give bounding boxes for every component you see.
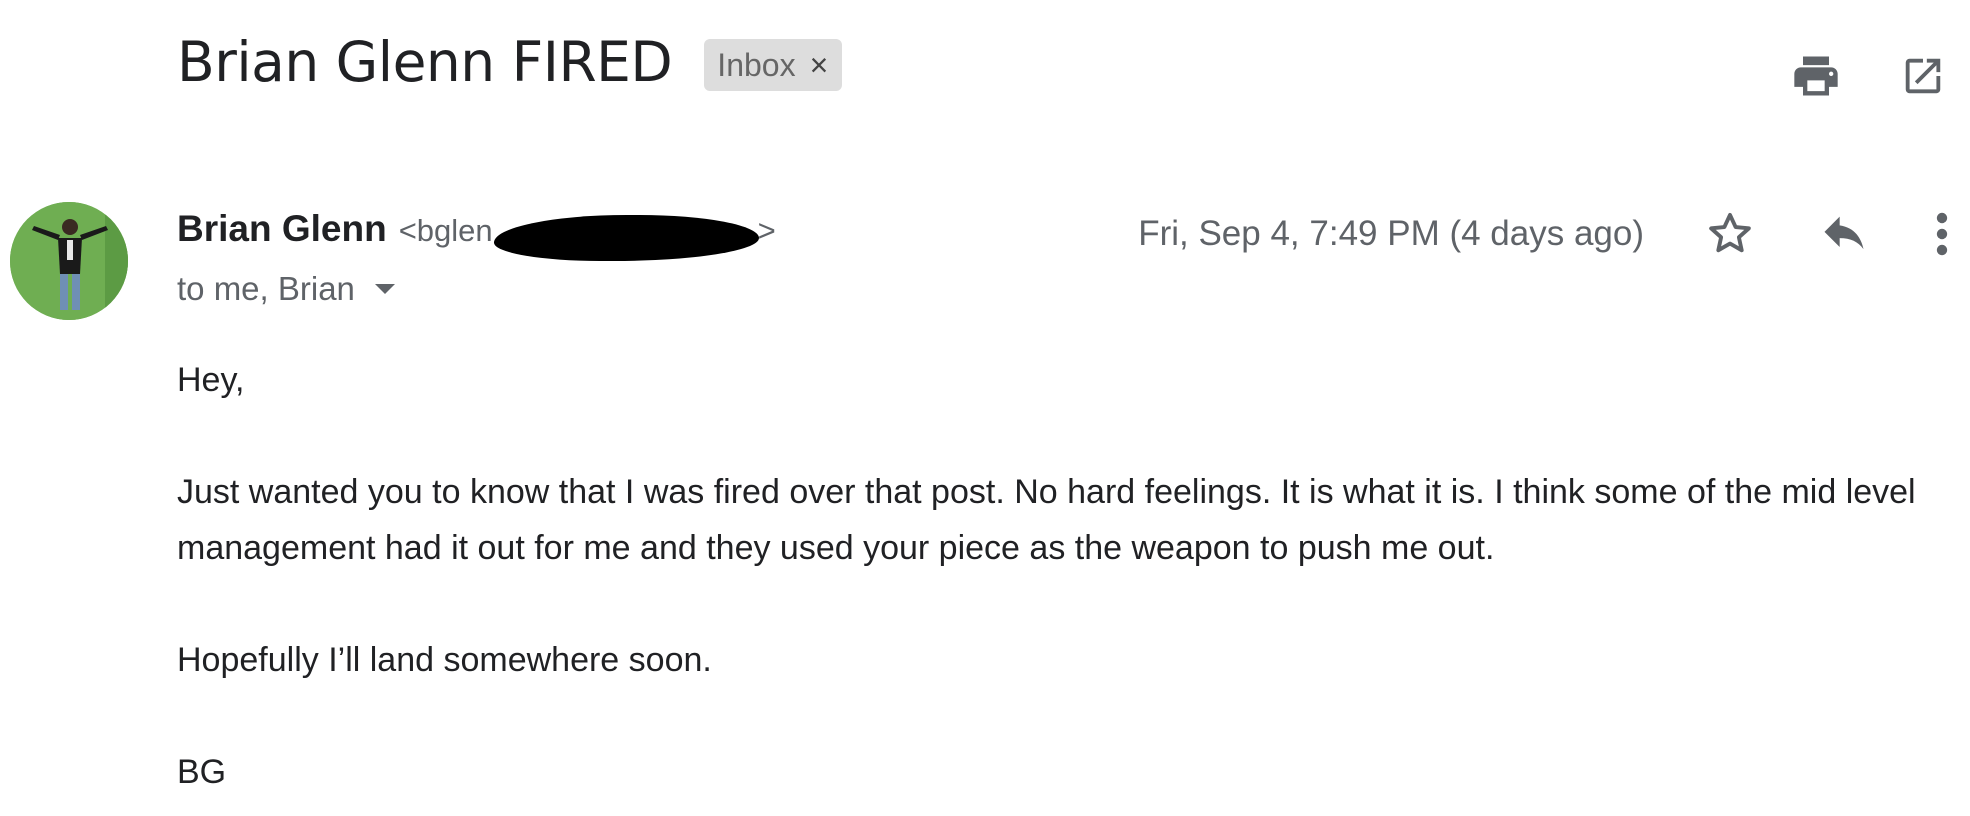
star-icon[interactable] (1704, 208, 1756, 260)
email-view: Brian Glenn FIRED Inbox × Brian Glenn <b… (0, 0, 1970, 816)
email-body: Hey, Just wanted you to know that I was … (177, 352, 1937, 816)
body-paragraph: Hopefully I’ll land somewhere soon. (177, 641, 712, 679)
recipients-text: to me, Brian (177, 270, 355, 307)
sender-avatar[interactable] (10, 202, 128, 320)
redaction-mark (493, 215, 759, 261)
more-vert-icon[interactable] (1932, 210, 1952, 258)
body-signoff: BG (177, 753, 227, 791)
body-paragraph: Just wanted you to know that I was fired… (177, 473, 1916, 567)
body-greeting: Hey, (177, 361, 245, 399)
message-actions (1704, 208, 1952, 260)
sender-line: Brian Glenn <bglen > (177, 208, 776, 261)
label-text: Inbox (717, 46, 796, 83)
sender-email-visible: <bglen (398, 213, 493, 248)
message-meta: Fri, Sep 4, 7:49 PM (4 days ago) (1138, 208, 1952, 260)
print-icon[interactable] (1790, 52, 1842, 100)
sender-email: <bglen > (398, 213, 776, 261)
subject-row: Brian Glenn FIRED Inbox × (177, 30, 843, 94)
sender-email-tail: > (757, 213, 776, 248)
inbox-label-chip[interactable]: Inbox × (704, 39, 843, 91)
sender-name[interactable]: Brian Glenn (177, 208, 387, 250)
reply-icon[interactable] (1818, 210, 1870, 258)
chevron-down-icon[interactable] (374, 284, 395, 294)
remove-label-icon[interactable]: × (810, 49, 829, 81)
open-in-new-window-icon[interactable] (1900, 53, 1946, 99)
message-date: Fri, Sep 4, 7:49 PM (4 days ago) (1138, 214, 1644, 253)
top-actions (1790, 52, 1946, 100)
email-subject: Brian Glenn FIRED (177, 30, 673, 94)
recipients-toggle[interactable]: to me, Brian (177, 270, 395, 308)
